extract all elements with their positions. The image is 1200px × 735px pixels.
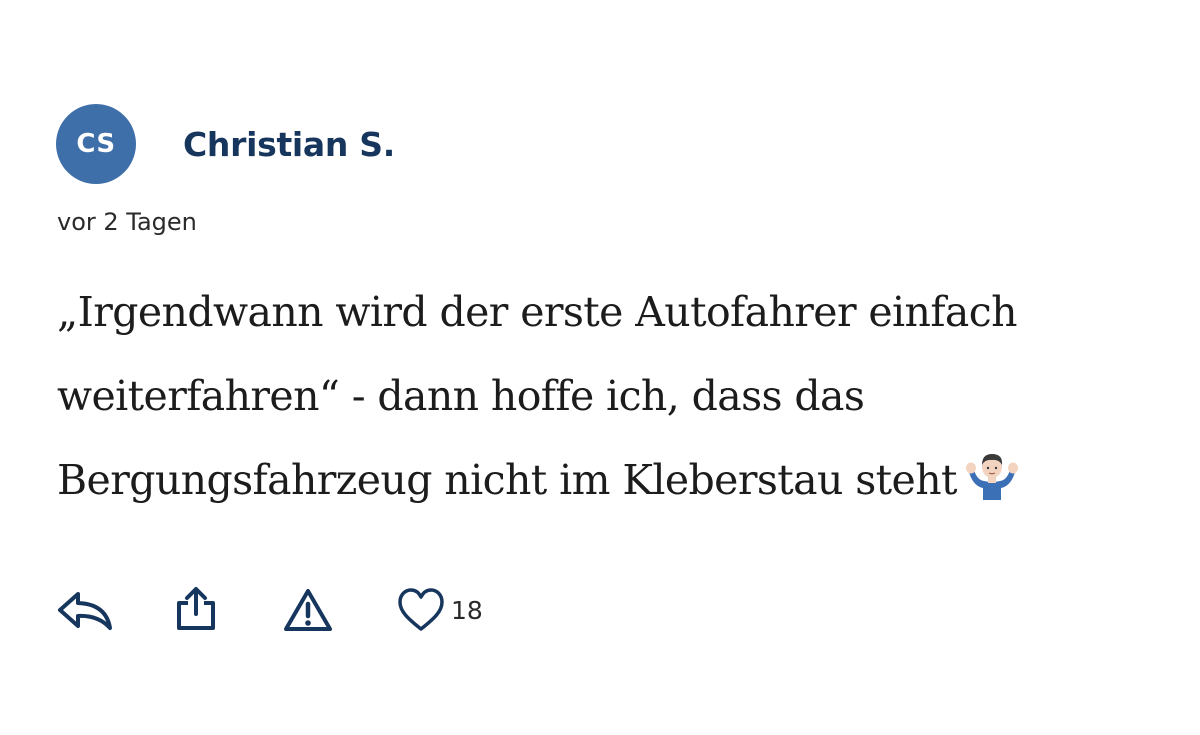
comment-body: „Irgendwann wird der erste Autofahrer ei… [57,270,1067,522]
report-button[interactable] [282,585,334,635]
comment-text: „Irgendwann wird der erste Autofahrer ei… [57,288,1018,504]
share-upload-icon [177,587,215,630]
avatar[interactable]: CS [56,104,136,184]
person-shrugging-emoji [965,454,1018,500]
reply-button[interactable] [56,585,114,635]
like-button[interactable]: 18 [397,585,483,635]
warning-triangle-icon [284,589,332,631]
heart-outline-icon [398,588,444,631]
like-count: 18 [451,595,483,625]
reply-arrow-icon [58,592,112,630]
comment-header: CS Christian S. [56,104,395,184]
share-button[interactable] [172,585,220,635]
comment-card: CS Christian S. vor 2 Tagen „Irgendwann … [0,0,1200,735]
comment-timestamp: vor 2 Tagen [57,208,197,236]
author-name[interactable]: Christian S. [183,125,395,164]
